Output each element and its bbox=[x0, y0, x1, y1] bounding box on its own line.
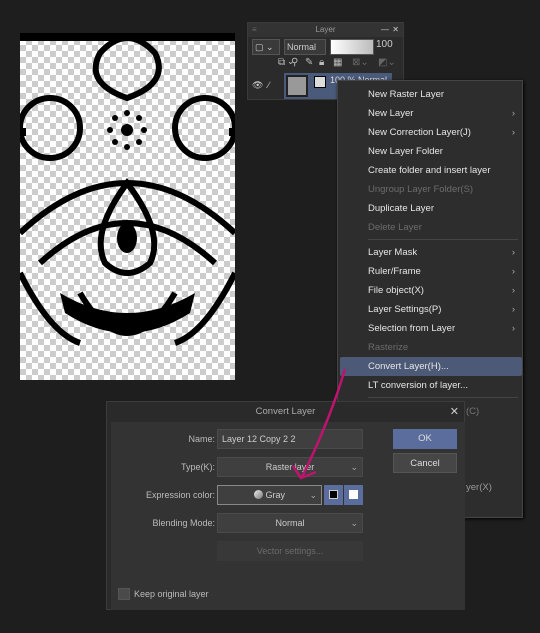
annotation-arrow bbox=[291, 368, 347, 480]
